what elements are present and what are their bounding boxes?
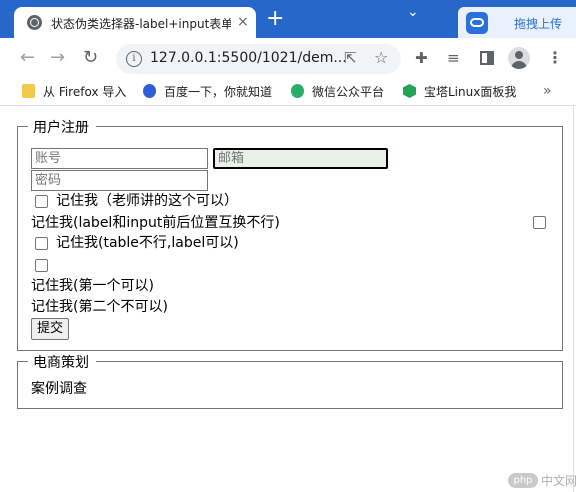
close-icon[interactable]: ×: [237, 12, 249, 32]
remember-label-table[interactable]: 记住我(table不行,label可以): [56, 234, 239, 252]
case-study-item: 案例调查: [31, 381, 87, 397]
globe-icon: [27, 15, 42, 30]
password-input[interactable]: [31, 170, 208, 191]
bookmarks-overflow-icon[interactable]: »: [543, 83, 552, 99]
remember-label-second[interactable]: 记住我(第二个不可以): [31, 298, 168, 316]
side-panel-icon[interactable]: [480, 51, 494, 65]
register-legend: 用户注册: [33, 120, 89, 136]
bookmark-wechat[interactable]: 微信公众平台: [291, 83, 384, 103]
ecommerce-fieldset: 电商策划: [17, 355, 563, 409]
browser-toolbar: ← → ↻ i 127.0.0.1:5500/1021/dem... ⇱ ☆ ✚…: [0, 38, 576, 80]
address-bar[interactable]: i 127.0.0.1:5500/1021/dem... ⇱ ☆: [116, 44, 401, 74]
remember-label-teacher[interactable]: 记住我（老师讲的这个可以）: [56, 192, 238, 210]
ecommerce-legend: 电商策划: [33, 355, 89, 371]
remember-label-swap[interactable]: 记住我(label和input前后位置互换不行): [31, 214, 280, 232]
share-icon[interactable]: ⇱: [344, 49, 357, 67]
bookmark-firefox-import[interactable]: 从 Firefox 导入: [22, 83, 126, 103]
upload-label: 拖拽上传: [514, 17, 563, 31]
baota-icon: [403, 84, 416, 98]
remember-label-first[interactable]: 记住我(第一个可以): [31, 277, 154, 295]
account-input[interactable]: [31, 148, 208, 169]
forward-arrow-icon[interactable]: →: [50, 48, 65, 68]
bookmark-baidu[interactable]: 百度一下，你就知道: [143, 83, 272, 103]
remember-checkbox-4[interactable]: [35, 259, 48, 272]
url-text[interactable]: 127.0.0.1:5500/1021/dem...: [150, 50, 347, 66]
extensions-puzzle-icon[interactable]: ✚: [415, 48, 428, 68]
info-icon[interactable]: i: [126, 51, 142, 67]
page-content: 用户注册 记住我（老师讲的这个可以） 记住我(label和input前后位置互换…: [0, 106, 576, 492]
cloud-icon: [466, 12, 488, 34]
folder-icon: [22, 84, 35, 98]
active-tab[interactable]: 状态伪类选择器-label+input表单 ×: [14, 7, 256, 38]
profile-avatar-icon[interactable]: [508, 47, 530, 69]
upload-extension-button[interactable]: 拖拽上传: [458, 7, 576, 38]
scrollbar-edge: [573, 106, 574, 492]
more-menu-icon[interactable]: ⋮: [547, 48, 563, 68]
tab-bar: 状态伪类选择器-label+input表单 × + ⌄ 拖拽上传: [0, 0, 576, 38]
chevron-down-icon[interactable]: ⌄: [407, 4, 419, 20]
bookmarks-bar: 从 Firefox 导入 百度一下，你就知道 微信公众平台 宝塔Linux面板我…: [0, 80, 576, 106]
php-logo: php: [508, 473, 538, 488]
back-arrow-icon[interactable]: ←: [20, 48, 35, 68]
new-tab-button[interactable]: +: [266, 7, 284, 31]
remember-checkbox-1[interactable]: [35, 195, 48, 208]
submit-button[interactable]: 提交: [31, 318, 70, 340]
wechat-icon: [291, 84, 304, 98]
bookmark-baota[interactable]: 宝塔Linux面板我: [403, 83, 516, 103]
media-queue-icon[interactable]: ≡: [447, 48, 460, 68]
watermark-text: 中文网: [541, 474, 576, 488]
reload-icon[interactable]: ↻: [83, 48, 98, 68]
tab-title: 状态伪类选择器-label+input表单: [51, 17, 231, 31]
remember-checkbox-2[interactable]: [533, 216, 546, 229]
baidu-icon: [143, 84, 156, 98]
remember-checkbox-3[interactable]: [35, 237, 48, 250]
star-icon[interactable]: ☆: [374, 48, 388, 67]
email-input[interactable]: [213, 148, 388, 169]
